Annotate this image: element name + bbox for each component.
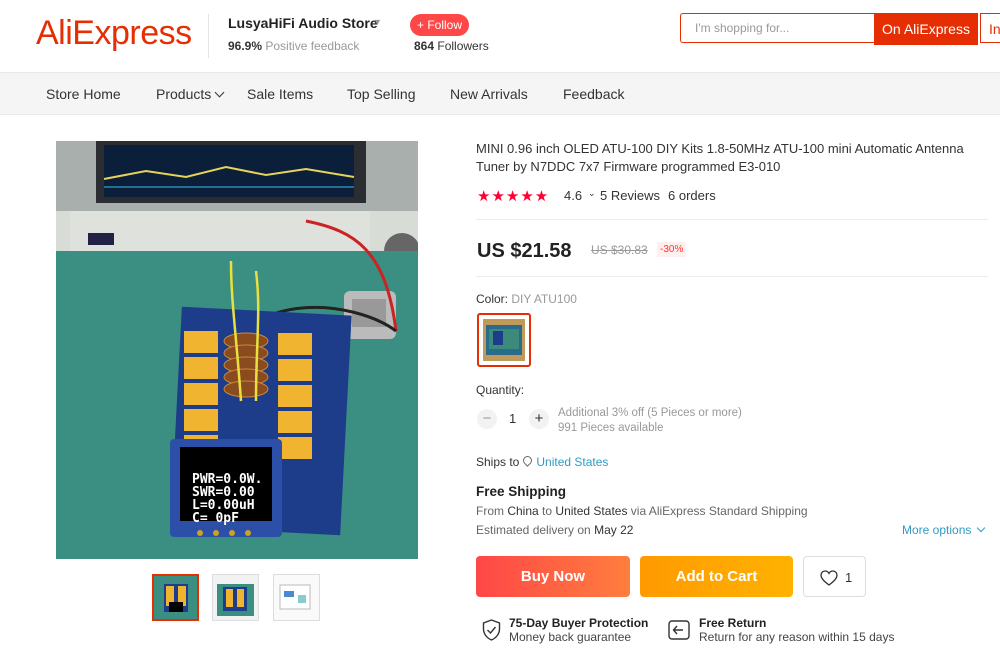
store-nav-bar: Store Home Products Sale Items Top Selli… <box>0 73 1000 115</box>
free-return: Free Return Return for any reason within… <box>699 616 894 644</box>
nav-feedback[interactable]: Feedback <box>563 86 624 102</box>
nav-sale-items[interactable]: Sale Items <box>247 86 313 102</box>
chevron-down-icon <box>977 523 986 533</box>
quantity-discount-note: Additional 3% off (5 Pieces or more) <box>558 407 742 419</box>
discount-badge: -30% <box>657 242 687 257</box>
free-return-title: Free Return <box>699 616 767 630</box>
more-options-link[interactable]: More options <box>902 523 986 537</box>
product-title: MINI 0.96 inch OLED ATU-100 DIY Kits 1.8… <box>476 141 964 174</box>
more-options-label: More options <box>902 523 972 537</box>
search-input[interactable] <box>681 14 875 42</box>
divider <box>476 219 988 220</box>
buyer-protection-title: 75-Day Buyer Protection <box>509 616 649 630</box>
ships-to: Ships to United States <box>476 454 608 469</box>
rating-stars[interactable]: ★★★★★ <box>477 187 549 205</box>
thumbnail-1[interactable] <box>152 574 199 621</box>
chevron-down-icon <box>214 87 225 98</box>
shipping-method: via AliExpress Standard Shipping <box>630 504 808 518</box>
nav-products-label: Products <box>156 86 212 102</box>
nav-store-home[interactable]: Store Home <box>46 86 121 102</box>
color-label: Color: DIY ATU100 <box>476 292 577 306</box>
from-label: From <box>476 504 504 518</box>
follow-button[interactable]: + Follow <box>410 14 469 36</box>
main-product-image[interactable]: PWR=0.0W. SWR=0.00 L=0.00uH C= 0pF <box>56 141 418 559</box>
pieces-available: 991 Pieces available <box>558 422 664 434</box>
followers-number: 864 <box>414 39 435 53</box>
shield-check-icon <box>482 619 501 641</box>
product-photo: PWR=0.0W. SWR=0.00 L=0.00uH C= 0pF <box>56 141 418 559</box>
sku-color-option[interactable] <box>477 313 531 367</box>
buyer-protection: 75-Day Buyer Protection Money back guara… <box>509 616 648 644</box>
original-price: US $30.83 <box>591 243 648 257</box>
from-country: China <box>507 504 539 518</box>
ships-to-country[interactable]: United States <box>536 455 608 469</box>
delivery-date: May 22 <box>594 523 634 537</box>
store-dropdown-icon[interactable]: ▼ <box>373 17 382 27</box>
oled-line-4: C= 0pF <box>192 511 239 526</box>
rating-chevron-down-icon[interactable]: ⌄ <box>588 188 596 199</box>
delivery-label: Estimated delivery on <box>476 523 591 537</box>
ships-to-label: Ships to <box>476 455 520 469</box>
quantity-decrease-button[interactable]: − <box>477 409 497 429</box>
thumbnail-2[interactable] <box>212 574 259 621</box>
quantity-increase-button[interactable]: + <box>529 409 549 429</box>
heart-icon <box>820 570 838 586</box>
aliexpress-logo[interactable]: AliExpress <box>36 14 192 53</box>
color-label-text: Color: <box>476 292 509 306</box>
wishlist-button[interactable] <box>803 556 866 597</box>
search-box <box>680 13 875 43</box>
nav-products[interactable]: Products <box>156 86 225 102</box>
quantity-notes: Additional 3% off (5 Pieces or more) 991… <box>558 406 742 436</box>
nav-top-selling[interactable]: Top Selling <box>347 86 416 102</box>
sku-color-image <box>483 319 525 361</box>
followers-label: Followers <box>437 39 489 53</box>
header-divider <box>208 14 209 58</box>
thumbnail-1-image <box>154 576 197 619</box>
store-feedback: 96.9% Positive feedback <box>228 39 359 53</box>
thumbnail-2-image <box>213 575 258 620</box>
estimated-delivery: Estimated delivery on May 22 <box>476 523 633 537</box>
thumbnail-3-image <box>274 575 319 620</box>
followers-count: 864 Followers <box>414 39 489 53</box>
feedback-percent: 96.9% <box>228 39 263 53</box>
shipping-route: From China to United States via AliExpre… <box>476 504 808 518</box>
rating-value[interactable]: 4.6 <box>564 188 582 203</box>
location-pin-icon <box>521 454 535 467</box>
search-on-aliexpress-button[interactable]: On AliExpress <box>874 13 978 45</box>
current-price: US $21.58 <box>477 240 572 262</box>
free-shipping-label: Free Shipping <box>476 484 567 499</box>
to-country: United States <box>555 504 628 518</box>
quantity-value[interactable]: 1 <box>509 411 516 426</box>
divider <box>476 276 988 277</box>
add-to-cart-button[interactable]: Add to Cart <box>640 556 793 597</box>
feedback-label: Positive feedback <box>265 39 360 53</box>
wishlist-count: 1 <box>845 570 853 585</box>
return-icon <box>668 620 690 640</box>
to-label: to <box>542 504 553 518</box>
store-name[interactable]: LusyaHiFi Audio Store <box>228 15 378 31</box>
nav-new-arrivals[interactable]: New Arrivals <box>450 86 528 102</box>
buy-now-button[interactable]: Buy Now <box>476 556 630 597</box>
quantity-label: Quantity: <box>476 383 525 397</box>
search-in-store-button[interactable]: In <box>980 13 1000 43</box>
thumbnail-3[interactable] <box>273 574 320 621</box>
buyer-protection-subtitle: Money back guarantee <box>509 630 632 644</box>
orders-count: 6 orders <box>668 188 716 203</box>
color-value: DIY ATU100 <box>511 292 577 306</box>
free-return-subtitle: Return for any reason within 15 days <box>699 630 895 644</box>
reviews-link[interactable]: 5 Reviews <box>600 188 660 203</box>
top-header: AliExpress LusyaHiFi Audio Store ▼ 96.9%… <box>0 0 1000 73</box>
